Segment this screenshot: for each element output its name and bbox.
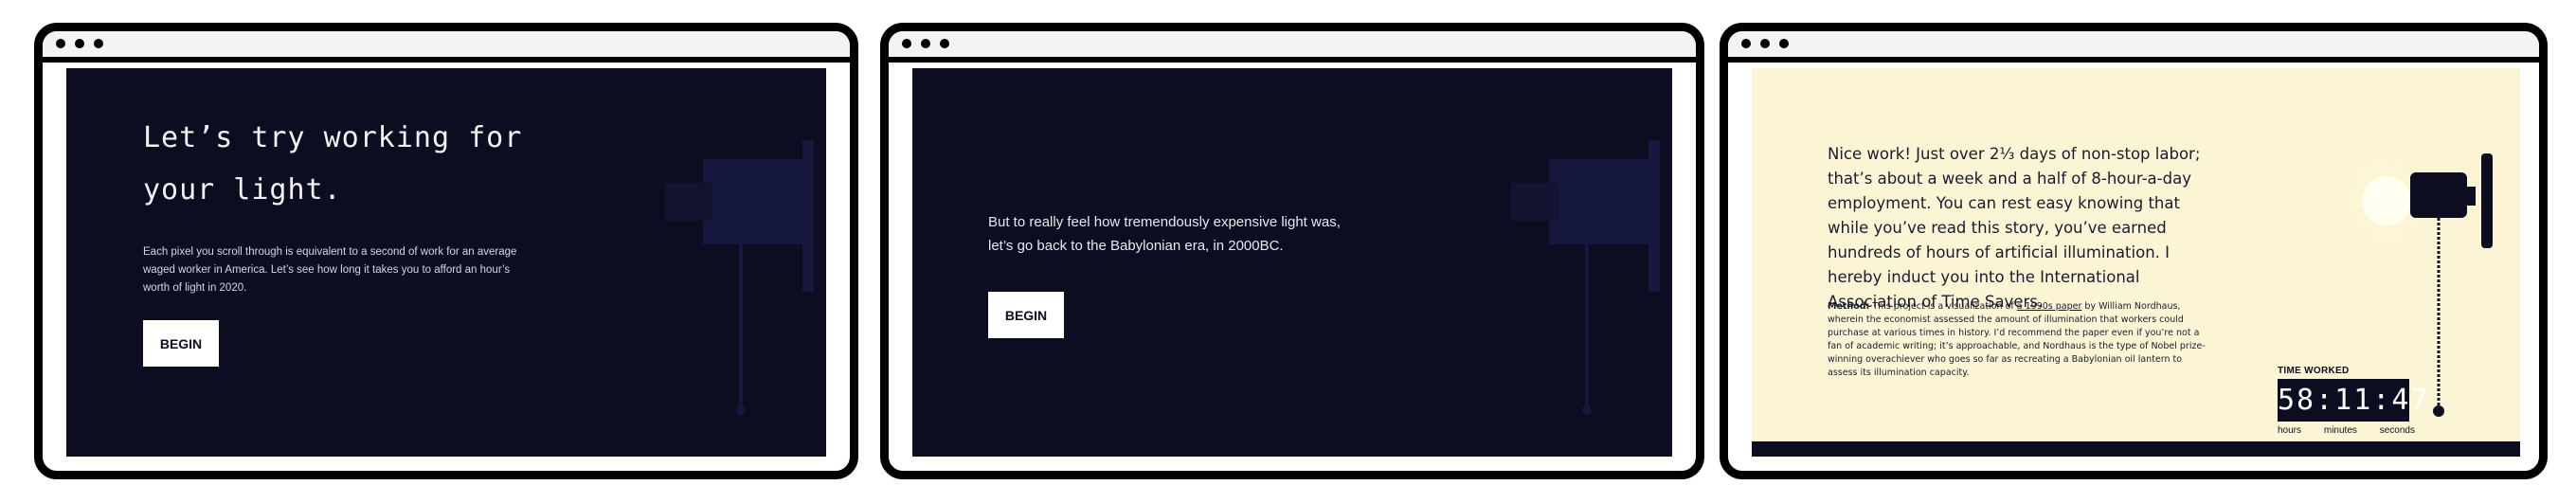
window-dot-icon xyxy=(902,39,911,48)
window-dot-icon xyxy=(75,39,84,48)
window-dot-icon xyxy=(94,39,103,48)
babylon-paragraph: But to really feel how tremendously expe… xyxy=(988,214,1341,254)
unit-minutes: minutes xyxy=(2323,425,2357,436)
browser-titlebar xyxy=(1728,31,2539,63)
paper-link[interactable]: a 1990s paper xyxy=(2017,301,2082,312)
window-dot-icon xyxy=(1779,39,1789,48)
method-text: by William Nordhaus, wherein the economi… xyxy=(1828,301,2206,378)
browser-titlebar xyxy=(889,31,1696,63)
page-viewport[interactable]: But to really feel how tremendously expe… xyxy=(912,68,1672,457)
page-viewport[interactable]: Let’s try working for your light. Each p… xyxy=(66,68,826,457)
page-viewport[interactable]: Nice work! Just over 2⅓ days of non-stop… xyxy=(1752,68,2520,457)
window-dot-icon xyxy=(1760,39,1770,48)
footer-bar xyxy=(1752,441,2520,457)
conclusion-paragraph: Nice work! Just over 2⅓ days of non-stop… xyxy=(1828,145,2201,311)
method-text: This project is a visualization of xyxy=(1869,301,2017,312)
unit-seconds: seconds xyxy=(2379,425,2415,436)
browser-window-2: But to really feel how tremendously expe… xyxy=(880,23,1704,479)
intro-paragraph: Each pixel you scroll through is equival… xyxy=(143,246,517,294)
method-note: Method: This project is a visualization … xyxy=(1828,300,2207,380)
window-dot-icon xyxy=(940,39,949,48)
begin-button[interactable]: BEGIN xyxy=(988,292,1064,338)
time-worked-clock: 58:11:47 xyxy=(2278,379,2428,422)
method-label: Method: xyxy=(1828,301,1870,312)
begin-button[interactable]: BEGIN xyxy=(143,320,219,367)
lamp-icon xyxy=(665,140,814,415)
window-dot-icon xyxy=(1741,39,1751,48)
page-heading: Let’s try working for your light. xyxy=(143,121,523,207)
browser-window-1: Let’s try working for your light. Each p… xyxy=(34,23,858,479)
browser-window-3: Nice work! Just over 2⅓ days of non-stop… xyxy=(1720,23,2548,479)
browser-titlebar xyxy=(43,31,850,63)
unit-hours: hours xyxy=(2278,425,2302,436)
time-units: hours minutes seconds xyxy=(2278,425,2415,436)
window-dot-icon xyxy=(921,39,930,48)
window-dot-icon xyxy=(56,39,65,48)
lamp-icon xyxy=(1511,140,1660,415)
time-worked-label: TIME WORKED xyxy=(2278,366,2350,376)
